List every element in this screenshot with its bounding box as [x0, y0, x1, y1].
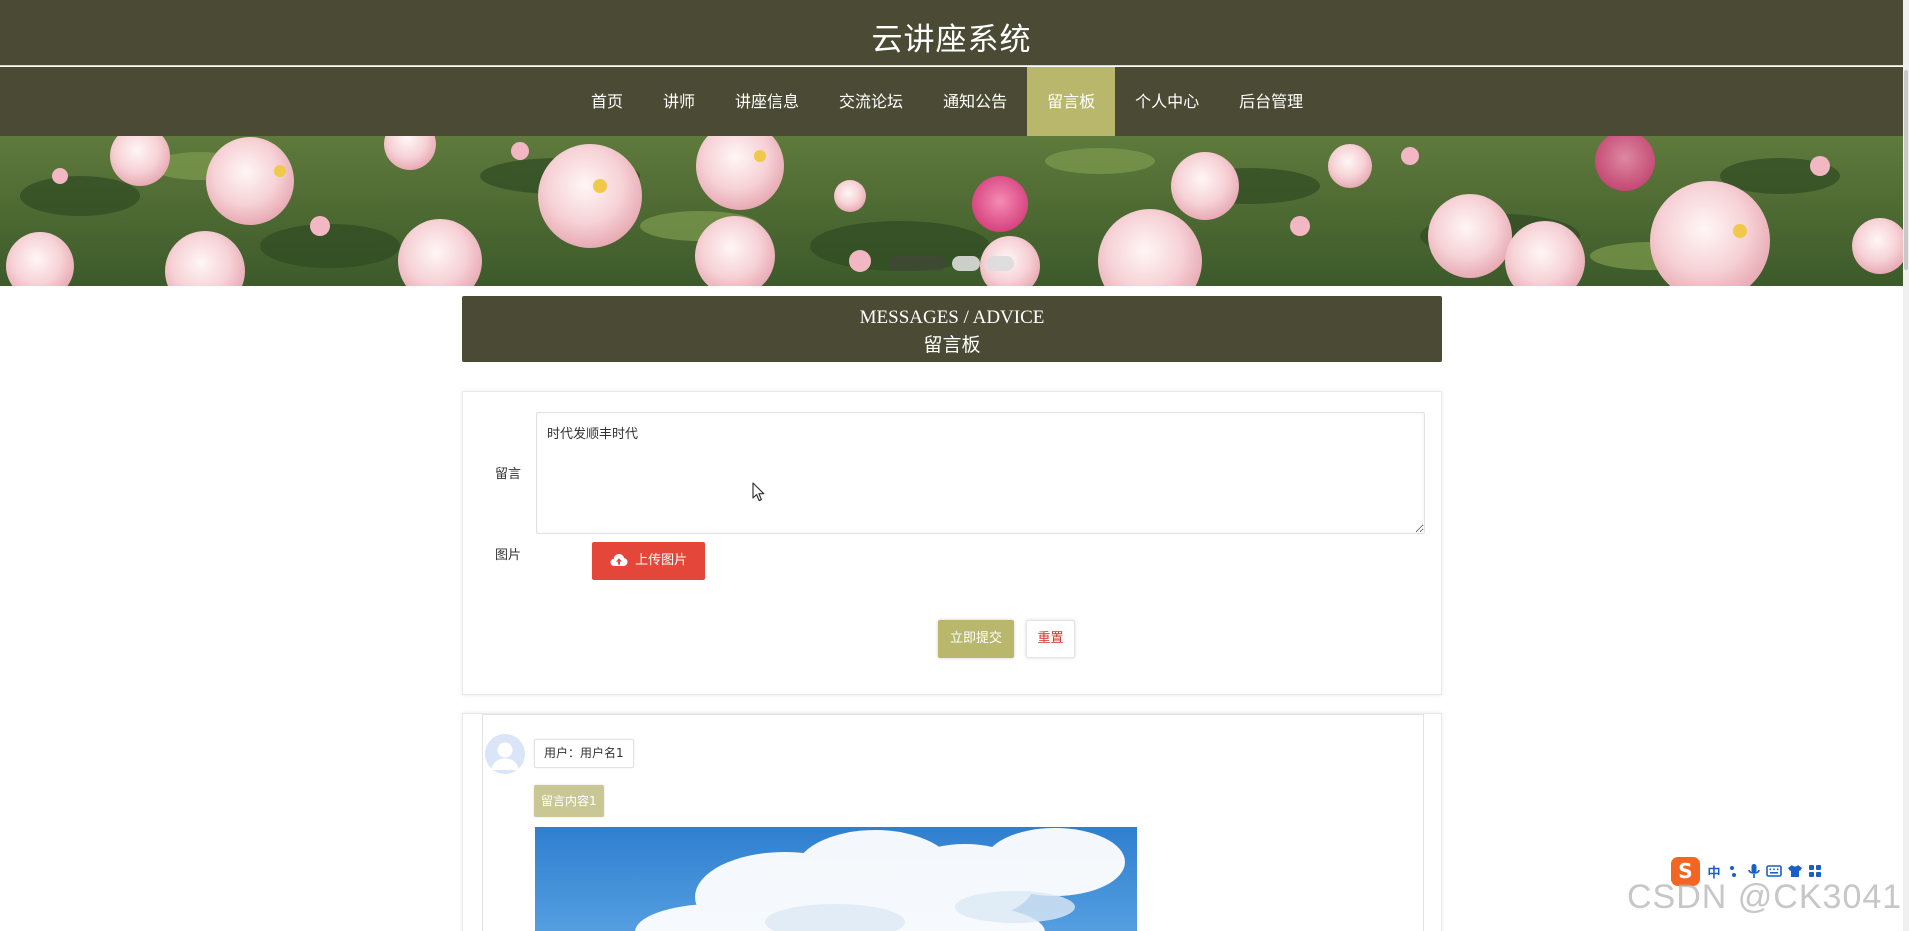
- section-heading: MESSAGES / ADVICE 留言板: [462, 296, 1442, 362]
- message-label: 留言: [495, 467, 522, 482]
- section-title-en: MESSAGES / ADVICE: [859, 307, 1045, 328]
- mouse-cursor-icon: [752, 482, 765, 502]
- avatar: [485, 734, 525, 774]
- submit-button[interactable]: 立即提交: [938, 620, 1014, 658]
- nav-item-lecture-info[interactable]: 讲座信息: [715, 67, 819, 136]
- sky-photo: [535, 827, 1137, 931]
- nav-item-lecturer[interactable]: 讲师: [643, 67, 715, 136]
- nav-item-message-board[interactable]: 留言板: [1027, 67, 1116, 136]
- skin-icon[interactable]: [1787, 864, 1803, 878]
- page-scrollbar[interactable]: [1903, 0, 1909, 931]
- message-content: 留言内容1: [534, 785, 604, 817]
- nav-item-notice[interactable]: 通知公告: [923, 67, 1027, 136]
- microphone-icon[interactable]: [1747, 863, 1761, 879]
- upload-image-label: 上传图片: [635, 553, 688, 568]
- carousel-dot[interactable]: [952, 256, 980, 271]
- keyboard-icon[interactable]: [1766, 864, 1782, 878]
- message-form: 留言 时代发顺丰时代 图片 上传图片 立即提交 重置: [462, 391, 1442, 695]
- site-title: 云讲座系统: [871, 22, 1032, 58]
- upload-image-button[interactable]: 上传图片: [592, 542, 705, 580]
- site-header: 云讲座系统: [0, 0, 1903, 66]
- message-textarea[interactable]: 时代发顺丰时代: [536, 412, 1425, 534]
- nav-item-home[interactable]: 首页: [571, 67, 643, 136]
- section-title-cn: 留言板: [923, 334, 981, 356]
- nav-item-personal-center[interactable]: 个人中心: [1115, 67, 1219, 136]
- nav-item-admin[interactable]: 后台管理: [1219, 67, 1323, 136]
- carousel-indicators: [888, 256, 1014, 271]
- nav-item-forum[interactable]: 交流论坛: [819, 67, 923, 136]
- watermark: CSDN @CK3041: [1627, 878, 1903, 916]
- scrollbar-thumb[interactable]: [1904, 70, 1908, 270]
- user-avatar-icon: [485, 734, 525, 774]
- carousel-dot[interactable]: [986, 256, 1014, 271]
- message-user: 用户：用户名1: [534, 739, 634, 768]
- cloud-upload-icon: [610, 554, 628, 566]
- punctuation-icon[interactable]: [1728, 864, 1742, 878]
- page: 云讲座系统 首页 讲师 讲座信息 交流论坛 通知公告 留言板 个人中心 后台管理: [0, 0, 1909, 931]
- list-item: 用户：用户名1 留言内容1: [482, 714, 1424, 931]
- reset-button[interactable]: 重置: [1026, 620, 1075, 658]
- carousel-dot-active[interactable]: [888, 256, 946, 271]
- nav-list: 首页 讲师 讲座信息 交流论坛 通知公告 留言板 个人中心 后台管理: [571, 67, 1323, 136]
- image-label: 图片: [495, 548, 522, 563]
- grid-menu-icon[interactable]: [1808, 864, 1822, 878]
- main-nav: 首页 讲师 讲座信息 交流论坛 通知公告 留言板 个人中心 后台管理: [0, 67, 1903, 136]
- message-image: [535, 827, 1137, 931]
- banner-carousel[interactable]: [0, 136, 1903, 286]
- message-list: 用户：用户名1 留言内容1: [462, 713, 1442, 931]
